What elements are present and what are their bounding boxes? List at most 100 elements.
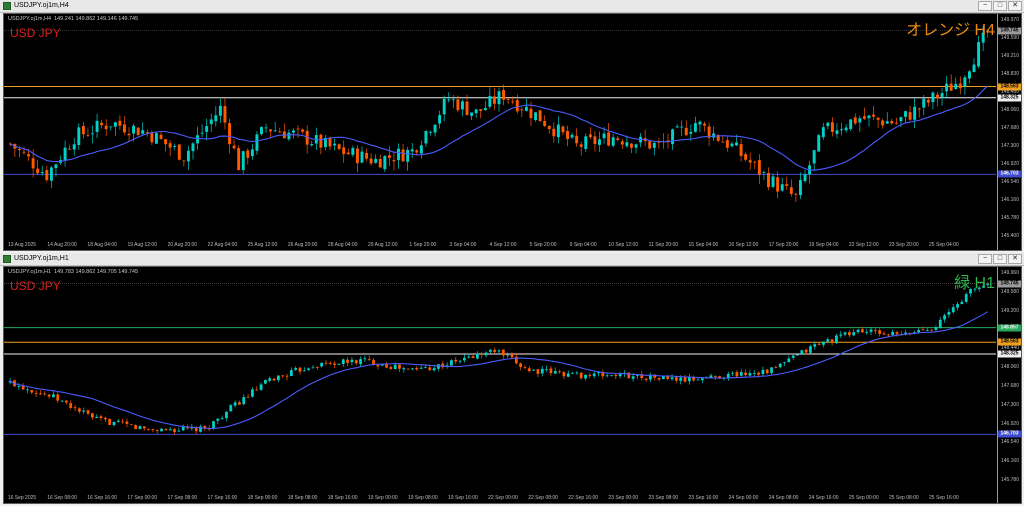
candle-body	[964, 294, 968, 302]
candle-body	[86, 410, 90, 414]
candle-body	[250, 149, 254, 157]
candle-body	[285, 375, 289, 377]
candle-body	[60, 400, 64, 402]
candle-body	[392, 160, 396, 162]
time-tick-label: 16 Sep 2025	[7, 495, 37, 501]
candle-body	[346, 152, 350, 155]
candle-body	[938, 319, 942, 328]
candle-body	[876, 117, 880, 120]
candle-body	[264, 127, 268, 129]
candle-body	[272, 378, 276, 381]
candle-body	[191, 143, 195, 152]
candle-body	[81, 125, 85, 135]
price-chart-h4[interactable]: USDJPY.oj1m,H4 149.241 149.862 149.146 1…	[3, 13, 1022, 251]
candle-body	[592, 373, 596, 377]
maximize-button[interactable]: □	[993, 1, 1007, 11]
candle-body	[547, 126, 551, 130]
price-axis[interactable]: 149.960149.580149.200148.820148.440148.0…	[997, 267, 1021, 503]
candle-body	[196, 135, 200, 144]
maximize-button[interactable]: □	[993, 254, 1007, 264]
candle-body	[607, 132, 611, 146]
candle-body	[27, 154, 31, 157]
candle-body	[465, 101, 469, 115]
candle-body	[886, 334, 890, 336]
close-button[interactable]: ✕	[1008, 1, 1022, 11]
candle-body	[127, 133, 131, 136]
candle-body	[778, 363, 782, 368]
candle-body	[869, 329, 873, 332]
candle-body	[328, 362, 332, 364]
candle-body	[926, 99, 930, 103]
candle-body	[311, 367, 315, 369]
timeframe-label: 緑 H1	[954, 275, 995, 292]
price-tick-label: 147.680	[1000, 382, 1019, 389]
window-title: USDJPY.oj1m,H4	[14, 2, 69, 9]
candle-body	[922, 98, 926, 108]
candle-body	[501, 349, 505, 356]
candle-body	[543, 120, 547, 126]
candle-body	[951, 307, 955, 313]
candle-body	[100, 122, 104, 126]
candle-body	[813, 344, 817, 347]
candle-body	[858, 118, 862, 123]
chart-window-h1[interactable]: USDJPY.oj1m,H1 − □ ✕ USDJPY.oj1m,H1 149.…	[0, 253, 1024, 506]
candle-body	[725, 140, 729, 148]
candle-body	[103, 417, 107, 420]
candle-body	[611, 137, 615, 146]
candle-body	[561, 126, 565, 133]
candle-body	[246, 396, 250, 398]
candle-body	[908, 112, 912, 120]
window-titlebar-h1[interactable]: USDJPY.oj1m,H1 − □ ✕	[0, 253, 1024, 266]
candle-body	[255, 134, 259, 151]
candle-body	[451, 99, 455, 101]
candle-body	[470, 112, 474, 116]
candlestick-plot-h4[interactable]	[4, 14, 996, 250]
candle-body	[301, 129, 305, 132]
price-chart-h1[interactable]: USDJPY.oj1m,H1 149.783 149.862 149.705 1…	[3, 266, 1022, 504]
timeframe-label: オレンジ H4	[906, 22, 995, 39]
candle-body	[767, 172, 770, 188]
candle-body	[540, 368, 544, 374]
time-tick-label: 23 Sep 16:00	[688, 495, 719, 501]
candle-body	[113, 122, 117, 127]
candle-body	[776, 177, 780, 192]
time-tick-label: 16 Sep 12:00	[728, 242, 759, 248]
candle-body	[967, 71, 971, 79]
candle-body	[748, 160, 752, 163]
candle-body	[30, 390, 34, 393]
minimize-button[interactable]: −	[978, 254, 992, 264]
candle-body	[575, 135, 579, 144]
candle-body	[762, 172, 766, 174]
time-tick-label: 22 Aug 04:00	[207, 242, 238, 248]
candle-body	[255, 389, 259, 391]
candle-body	[882, 333, 886, 335]
candle-body	[307, 368, 311, 370]
chart-window-h4[interactable]: USDJPY.oj1m,H4 − □ ✕ USDJPY.oj1m,H4 149.…	[0, 0, 1024, 253]
price-axis[interactable]: 149.970 149.590 149.210 148.830 148.450 148.0…	[997, 14, 1021, 250]
candle-body	[579, 144, 583, 147]
candle-body	[450, 360, 453, 366]
candle-body	[442, 98, 446, 115]
candle-body	[936, 94, 939, 99]
candle-body	[54, 164, 58, 169]
window-titlebar-h4[interactable]: USDJPY.oj1m,H4 − □ ✕	[0, 0, 1024, 13]
close-button[interactable]: ✕	[1008, 254, 1022, 264]
candle-body	[360, 151, 364, 163]
candle-body	[402, 368, 406, 370]
time-tick-label: 25 Sep 04:00	[929, 242, 959, 248]
price-tag-green: 148.857	[998, 324, 1021, 332]
candle-body	[289, 370, 293, 377]
candle-body	[698, 121, 702, 125]
candle-body	[268, 378, 272, 381]
candle-body	[511, 101, 515, 103]
candle-body	[63, 147, 67, 161]
candle-body	[36, 168, 40, 174]
candlestick-plot-h1[interactable]	[4, 267, 996, 503]
time-tick-label: 24 Sep 16:00	[808, 495, 839, 501]
candle-body	[238, 402, 241, 405]
candle-body	[475, 353, 479, 359]
time-tick-label: 18 Sep 16:00	[327, 495, 358, 501]
time-tick-label: 24 Sep 08:00	[768, 495, 799, 501]
candle-body	[538, 110, 542, 122]
minimize-button[interactable]: −	[978, 1, 992, 11]
